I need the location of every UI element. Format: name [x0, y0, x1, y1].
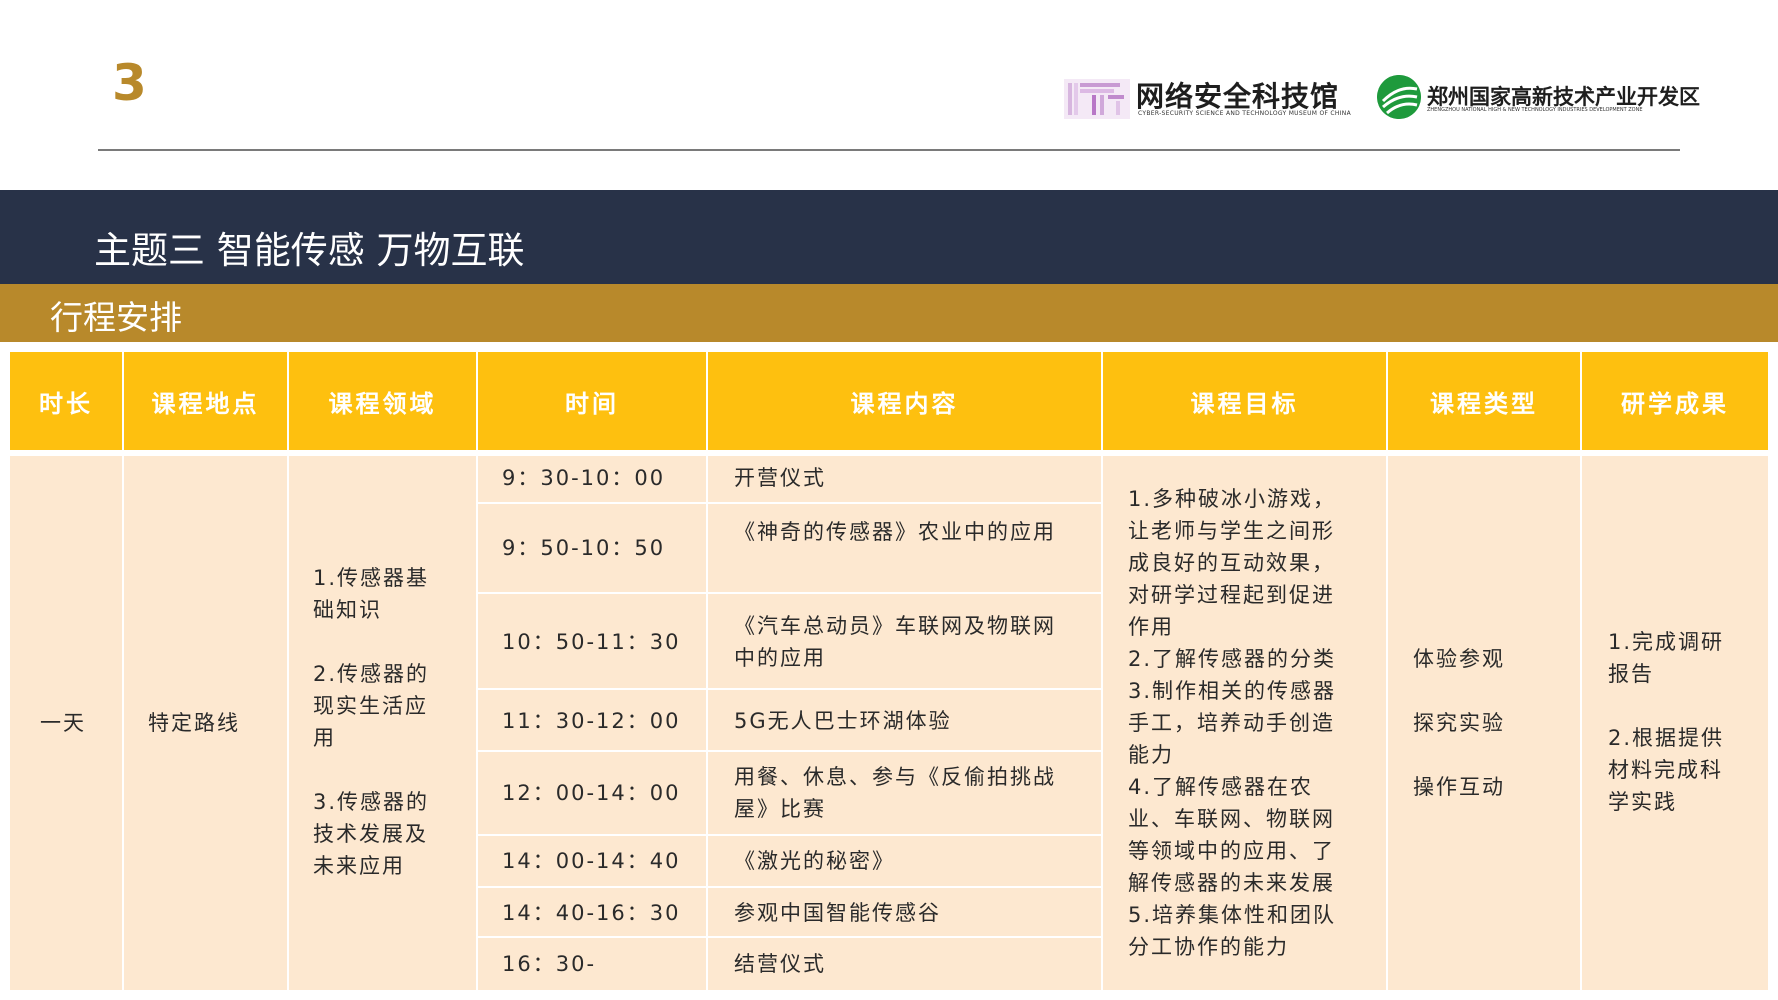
course-type-item: 探究实验	[1413, 711, 1505, 735]
location-value: 特定路线	[148, 711, 240, 735]
museum-name: 网络安全科技馆	[1136, 80, 1340, 113]
header-location: 课程地点	[124, 352, 287, 450]
content-value: 5G无人巴士环湖体验	[734, 709, 952, 733]
content-value: 《汽车总动员》车联网及物联网中的应用	[734, 614, 1056, 670]
domain-item: 1.传感器基础知识	[313, 566, 430, 622]
header-divider	[98, 149, 1680, 151]
museum-logo: 网络安全科技馆 CYBER-SECURITY SCIENCE AND TECHN…	[1064, 75, 1354, 125]
goal-item: 4.了解传感器在农业、车联网、物联网等领域中的应用、了解传感器的未来发展	[1128, 775, 1335, 895]
content-value: 结营仪式	[734, 952, 826, 976]
museum-logo-icon	[1064, 79, 1130, 119]
goals-list: 1.多种破冰小游戏，让老师与学生之间形成良好的互动效果，对研学过程起到促进作用 …	[1128, 483, 1356, 963]
duration-value: 一天	[40, 711, 86, 735]
time-value: 11：30-12：00	[502, 709, 681, 733]
outcome-item: 2.根据提供材料完成科学实践	[1608, 726, 1725, 814]
course-type-list: 体验参观 探究实验 操作互动	[1413, 643, 1505, 803]
domain-list: 1.传感器基础知识 2.传感器的现实生活应用 3.传感器的技术发展及未来应用	[313, 562, 448, 882]
header-domain: 课程领域	[289, 352, 476, 450]
zone-logo-icon	[1377, 75, 1421, 119]
content-value: 《激光的秘密》	[734, 849, 895, 873]
outcome-list: 1.完成调研报告 2.根据提供材料完成科学实践	[1608, 626, 1738, 818]
zone-subtitle: ZHENGZHOU NATIONAL HIGH & NEW TECHNOLOGY…	[1427, 107, 1643, 113]
course-type-item: 体验参观	[1413, 647, 1505, 671]
course-type-item: 操作互动	[1413, 775, 1505, 799]
header-type: 课程类型	[1388, 352, 1580, 450]
time-value: 9：50-10：50	[502, 536, 666, 560]
header-outcome: 研学成果	[1582, 352, 1768, 450]
time-value: 9：30-10：00	[502, 466, 666, 490]
time-value: 14：40-16：30	[502, 901, 681, 925]
content-value: 参观中国智能传感谷	[734, 901, 941, 925]
content-value: 开营仪式	[734, 466, 826, 490]
page-number: 3	[112, 54, 147, 112]
museum-subtitle: CYBER-SECURITY SCIENCE AND TECHNOLOGY MU…	[1138, 110, 1351, 117]
time-value: 16：30-	[502, 952, 597, 976]
header-goals: 课程目标	[1103, 352, 1386, 450]
goal-item: 1.多种破冰小游戏，让老师与学生之间形成良好的互动效果，对研学过程起到促进作用	[1128, 487, 1337, 639]
domain-item: 2.传感器的现实生活应用	[313, 662, 430, 750]
header-duration: 时长	[10, 352, 122, 450]
goal-item: 5.培养集体性和团队分工协作的能力	[1128, 903, 1337, 959]
content-value: 用餐、休息、参与《反偷拍挑战屋》比赛	[734, 765, 1056, 821]
goal-item: 2.了解传感器的分类	[1128, 647, 1337, 671]
itinerary-banner	[0, 284, 1778, 342]
time-value: 14：00-14：40	[502, 849, 681, 873]
time-value: 12：00-14：00	[502, 781, 681, 805]
content-value: 《神奇的传感器》农业中的应用	[734, 520, 1056, 544]
zone-logo: 郑州国家高新技术产业开发区 ZHENGZHOU NATIONAL HIGH & …	[1377, 75, 1700, 125]
itinerary-title: 行程安排	[50, 298, 182, 337]
header-time: 时间	[478, 352, 706, 450]
time-value: 10：50-11：30	[502, 630, 681, 654]
outcome-item: 1.完成调研报告	[1608, 630, 1725, 686]
theme-title: 主题三 智能传感 万物互联	[94, 229, 525, 272]
goal-item: 3.制作相关的传感器手工，培养动手创造能力	[1128, 679, 1337, 767]
domain-item: 3.传感器的技术发展及未来应用	[313, 790, 430, 878]
header-content: 课程内容	[708, 352, 1101, 450]
